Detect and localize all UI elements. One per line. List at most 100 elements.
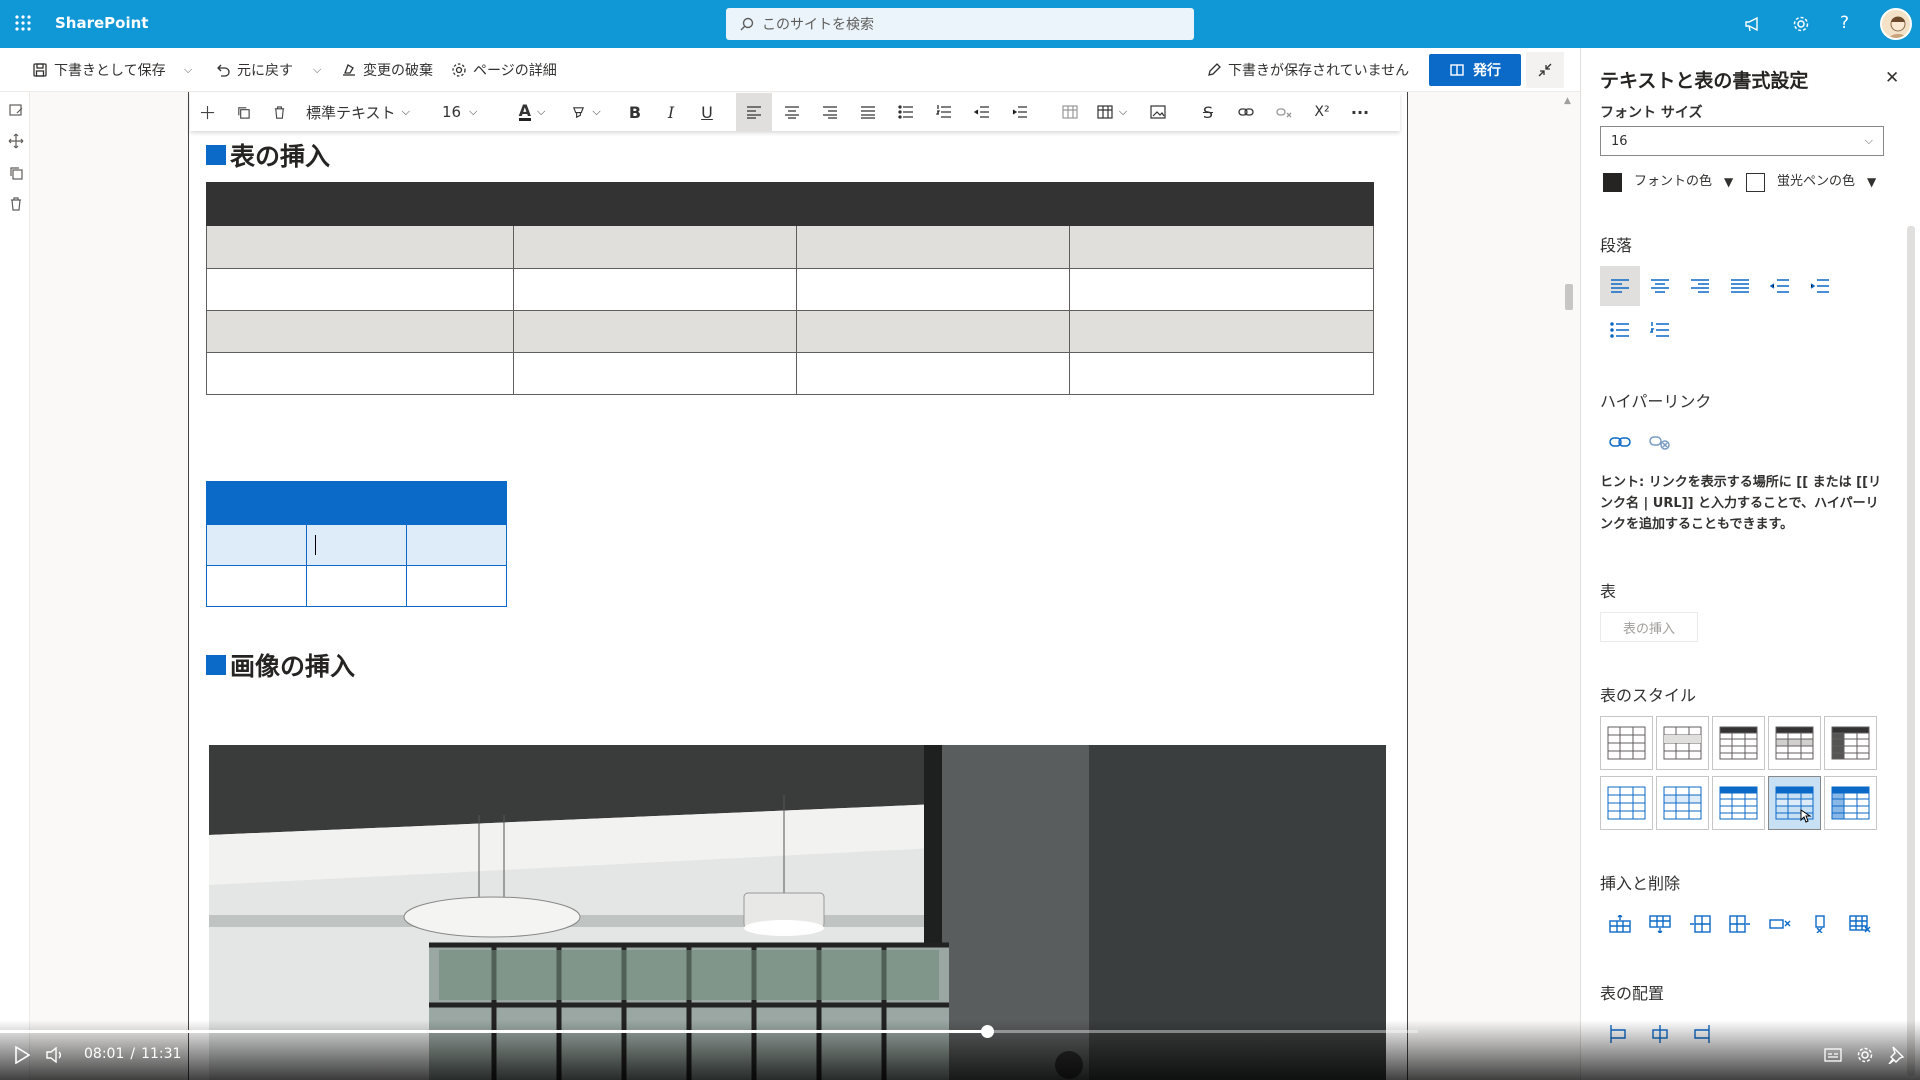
align-left-icon[interactable] bbox=[736, 93, 772, 131]
table-style-banded-blue[interactable] bbox=[1768, 776, 1821, 830]
app-launcher-icon[interactable] bbox=[14, 14, 32, 32]
insert-column-right-icon[interactable] bbox=[1720, 904, 1760, 944]
collapse-panel-icon[interactable] bbox=[1526, 52, 1564, 88]
table-cell[interactable] bbox=[513, 352, 797, 395]
table-style-minimal[interactable] bbox=[1656, 716, 1709, 770]
table-row[interactable] bbox=[206, 352, 1374, 395]
decrease-indent-icon[interactable] bbox=[1760, 266, 1800, 306]
table-row[interactable] bbox=[206, 524, 507, 566]
table-cell[interactable] bbox=[796, 268, 1070, 311]
discard-changes-button[interactable]: 変更の破棄 bbox=[341, 48, 433, 92]
table-style-blue-minimal[interactable] bbox=[1656, 776, 1709, 830]
table-cell[interactable] bbox=[796, 352, 1070, 395]
table-style-simple[interactable] bbox=[1600, 716, 1653, 770]
table-row[interactable] bbox=[206, 310, 1374, 353]
align-center-icon[interactable] bbox=[774, 93, 810, 131]
table-cell[interactable] bbox=[206, 524, 307, 566]
table-cell-active[interactable] bbox=[306, 524, 407, 566]
table-row[interactable] bbox=[206, 268, 1374, 311]
duplicate-icon[interactable] bbox=[226, 93, 260, 131]
progress-handle[interactable] bbox=[980, 1025, 994, 1038]
progress-track[interactable] bbox=[0, 1025, 1418, 1038]
table-row[interactable] bbox=[206, 565, 507, 607]
app-name[interactable]: SharePoint bbox=[55, 14, 148, 32]
decrease-indent-icon[interactable] bbox=[964, 93, 1000, 131]
table-cell[interactable] bbox=[513, 310, 797, 353]
bold-icon[interactable]: B bbox=[618, 93, 652, 131]
table-cell[interactable] bbox=[796, 225, 1070, 269]
table-cell[interactable] bbox=[1069, 225, 1374, 269]
bullet-list-icon[interactable] bbox=[888, 93, 924, 131]
heading-image[interactable]: 画像の挿入 bbox=[206, 647, 355, 683]
publish-button[interactable]: 発行 bbox=[1429, 54, 1521, 86]
numbered-list-icon[interactable] bbox=[926, 93, 962, 131]
save-dropdown-chevron-icon[interactable]: ⌵ bbox=[184, 48, 192, 92]
table-row[interactable] bbox=[206, 481, 507, 525]
insert-row-below-icon[interactable] bbox=[1640, 904, 1680, 944]
font-size-dropdown[interactable]: 16 ⌵ bbox=[442, 93, 492, 131]
unlink-icon[interactable] bbox=[1266, 93, 1302, 131]
table-cell[interactable] bbox=[206, 182, 1374, 226]
link-icon[interactable] bbox=[1600, 422, 1640, 462]
insert-table-button[interactable]: 表の挿入 bbox=[1600, 612, 1698, 642]
insert-row-above-icon[interactable] bbox=[1600, 904, 1640, 944]
table-dark[interactable] bbox=[206, 182, 1374, 395]
table-cell[interactable] bbox=[406, 524, 507, 566]
table-cell[interactable] bbox=[796, 310, 1070, 353]
table-blue[interactable] bbox=[206, 481, 507, 607]
gear-icon[interactable] bbox=[1792, 15, 1810, 33]
align-left-icon[interactable] bbox=[1600, 266, 1640, 306]
table-properties-icon[interactable] bbox=[1052, 93, 1088, 131]
table-cell[interactable] bbox=[206, 352, 514, 395]
edit-section-icon[interactable] bbox=[8, 102, 24, 118]
table-cell[interactable] bbox=[513, 268, 797, 311]
table-style-header-dark[interactable] bbox=[1712, 716, 1765, 770]
table-row[interactable] bbox=[206, 182, 1374, 226]
table-style-column-dark[interactable] bbox=[1824, 716, 1877, 770]
save-draft-button[interactable]: 下書きとして保存 bbox=[32, 48, 166, 92]
canvas-scrollbar-thumb[interactable] bbox=[1565, 284, 1573, 310]
pin-icon[interactable] bbox=[1888, 1046, 1904, 1064]
strikethrough-icon[interactable]: S bbox=[1190, 93, 1226, 131]
table-cell[interactable] bbox=[206, 268, 514, 311]
move-icon[interactable] bbox=[190, 93, 224, 131]
increase-indent-icon[interactable] bbox=[1800, 266, 1840, 306]
table-style-column-blue[interactable] bbox=[1824, 776, 1877, 830]
unlink-icon[interactable] bbox=[1640, 422, 1680, 462]
table-style-banded-dark[interactable] bbox=[1768, 716, 1821, 770]
undo-dropdown-chevron-icon[interactable]: ⌵ bbox=[313, 48, 321, 92]
more-options-icon[interactable]: ··· bbox=[1342, 93, 1378, 131]
move-icon[interactable] bbox=[8, 133, 24, 149]
table-cell[interactable] bbox=[306, 565, 407, 607]
table-cell[interactable] bbox=[1069, 268, 1374, 311]
table-cell[interactable] bbox=[1069, 310, 1374, 353]
table-cell[interactable] bbox=[1069, 352, 1374, 395]
italic-icon[interactable]: I bbox=[654, 93, 688, 131]
table-row[interactable] bbox=[206, 225, 1374, 269]
trash-icon[interactable] bbox=[8, 196, 24, 212]
superscript-icon[interactable]: X² bbox=[1304, 93, 1340, 131]
megaphone-icon[interactable] bbox=[1744, 15, 1762, 33]
panel-scrollbar[interactable] bbox=[1907, 226, 1915, 1076]
align-right-icon[interactable] bbox=[1680, 266, 1720, 306]
scroll-up-icon[interactable]: ▲ bbox=[1564, 96, 1571, 106]
table-cell[interactable] bbox=[206, 225, 514, 269]
insert-table-dropdown[interactable]: ⌵ bbox=[1090, 93, 1134, 131]
close-icon[interactable]: ✕ bbox=[1885, 68, 1899, 88]
delete-column-icon[interactable] bbox=[1800, 904, 1840, 944]
delete-row-icon[interactable] bbox=[1760, 904, 1800, 944]
heading-table[interactable]: 表の挿入 bbox=[206, 137, 330, 173]
justify-icon[interactable] bbox=[1720, 266, 1760, 306]
increase-indent-icon[interactable] bbox=[1002, 93, 1038, 131]
trash-icon[interactable] bbox=[262, 93, 296, 131]
table-cell[interactable] bbox=[406, 565, 507, 607]
underline-icon[interactable]: U bbox=[690, 93, 724, 131]
duplicate-icon[interactable] bbox=[8, 165, 24, 181]
table-style-header-blue[interactable] bbox=[1712, 776, 1765, 830]
numbered-list-icon[interactable] bbox=[1640, 310, 1680, 350]
insert-column-left-icon[interactable] bbox=[1680, 904, 1720, 944]
table-cell[interactable] bbox=[206, 310, 514, 353]
highlight-color-picker[interactable]: 蛍光ペンの色 ▼ bbox=[1746, 160, 1876, 204]
font-color-button[interactable]: A ⌵ bbox=[510, 93, 554, 131]
volume-icon[interactable] bbox=[46, 1047, 64, 1063]
